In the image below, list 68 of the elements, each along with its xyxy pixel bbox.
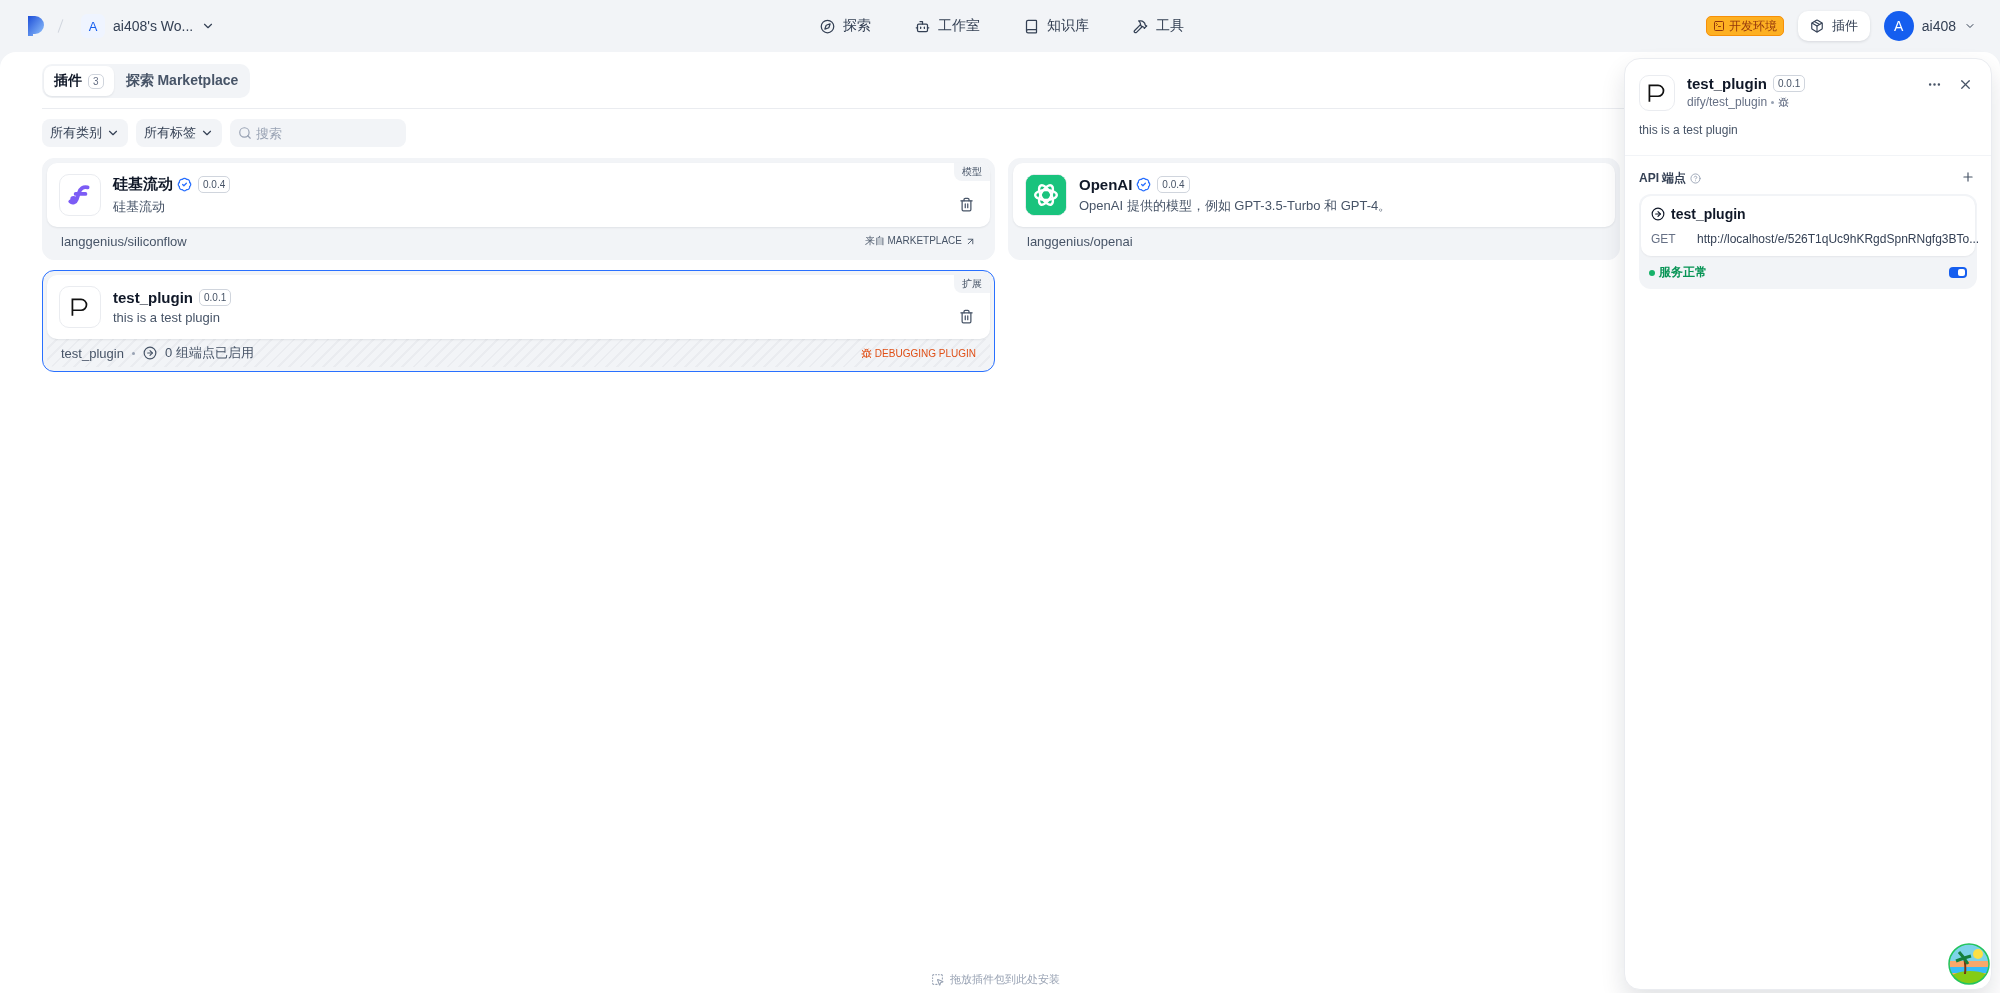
version-badge: 0.0.4 xyxy=(198,175,231,193)
count-badge: 3 xyxy=(88,73,104,89)
book-icon xyxy=(1024,18,1039,34)
toggle-switch[interactable] xyxy=(1949,267,1967,278)
hammer-icon xyxy=(1133,18,1148,34)
tag-filter[interactable]: 所有标签 xyxy=(136,119,222,147)
plugin-source: langgenius/openai xyxy=(1027,233,1133,249)
category-tag: 模型 xyxy=(954,163,990,181)
bug-icon xyxy=(860,347,872,359)
plugin-source: test_plugin xyxy=(61,345,124,361)
workspace-avatar: A xyxy=(81,14,105,38)
plugin-name: test_plugin xyxy=(113,289,193,306)
endpoints-info: 0 组端点已启用 xyxy=(164,344,254,362)
endpoint-name: test_plugin xyxy=(1671,206,1746,222)
debugging-label: DEBUGGING PLUGIN xyxy=(860,347,976,359)
knot-logo-icon xyxy=(1026,175,1066,215)
plugin-card[interactable]: OpenAI 0.0.4 OpenAI 提供的模型，例如 GPT-3.5-Turbo 和 GPT-4。 langgenius/openai xyxy=(1008,158,1620,260)
nav-link[interactable]: 工具 xyxy=(1121,9,1196,43)
tab[interactable]: 探索 Marketplace xyxy=(115,66,249,96)
version-badge: 0.0.1 xyxy=(1773,75,1806,92)
delete-button[interactable] xyxy=(959,196,974,212)
plugin-description: OpenAI 提供的模型，例如 GPT-3.5-Turbo 和 GPT-4。 xyxy=(1079,196,1393,215)
plugin-name: test_plugin xyxy=(1687,75,1767,92)
plugin-description: this is a test plugin xyxy=(113,310,221,325)
dashed-pointer-icon xyxy=(930,973,944,986)
endpoint-url: http://localhost/e/526T1qUc9hKRgdSpnRNgfg3BTo... xyxy=(1697,232,1980,246)
package-icon xyxy=(1809,19,1824,33)
search-field[interactable]: 搜索 xyxy=(230,119,406,147)
nav-link[interactable]: 探索 xyxy=(808,9,883,43)
plugins-button[interactable]: 插件 xyxy=(1797,11,1870,41)
plugin-name: OpenAI xyxy=(1079,175,1133,193)
environment-badge: 开发环境 xyxy=(1705,16,1784,36)
plus-icon xyxy=(1961,170,1975,184)
close-icon xyxy=(1958,77,1973,92)
arrow-circle-icon xyxy=(142,346,157,360)
category-tag: 扩展 xyxy=(954,275,990,293)
version-badge: 0.0.1 xyxy=(199,289,232,306)
plugin-description: 硅基流动 xyxy=(113,197,166,216)
trash-icon xyxy=(959,308,974,324)
plugin-source: langgenius/siliconflow xyxy=(61,233,187,249)
robot-icon xyxy=(915,18,930,34)
help-icon xyxy=(1690,172,1702,184)
app-logo-icon[interactable] xyxy=(28,16,44,36)
compass-icon xyxy=(820,18,835,34)
nav-link[interactable]: 知识库 xyxy=(1012,9,1101,43)
terminal-icon xyxy=(1712,20,1725,32)
marketplace-link[interactable]: 来自 MARKETPLACE xyxy=(864,234,976,248)
version-badge: 0.0.4 xyxy=(1157,175,1190,193)
nav-link[interactable]: 工作室 xyxy=(903,9,992,43)
plugin-description: this is a test plugin xyxy=(1625,111,1991,156)
plugin-name: 硅基流动 xyxy=(113,174,173,194)
trash-icon xyxy=(959,196,974,212)
user-avatar: A xyxy=(1883,11,1914,41)
endpoint-status: 服务正常 xyxy=(1649,264,1707,281)
arrow-circle-icon xyxy=(1651,207,1665,221)
user-menu[interactable]: A ai408 xyxy=(1883,11,1976,41)
dropzone-hint: 拖放插件包到此处安装 xyxy=(949,972,1060,987)
plugin-card[interactable]: test_plugin 0.0.1 this is a test plugin 扩展 test_plugin 0 组端点已启用 DEBUGGING PLUGIN xyxy=(42,270,995,372)
http-method: GET xyxy=(1651,232,1677,246)
delete-button[interactable] xyxy=(959,308,974,324)
workspace-selector[interactable]: A ai408's Wo... xyxy=(77,10,220,42)
search-icon xyxy=(238,126,252,140)
bug-icon xyxy=(1778,96,1790,108)
tab[interactable]: 插件 3 xyxy=(44,66,114,96)
category-filter[interactable]: 所有类别 xyxy=(42,119,128,147)
section-title: API 端点 xyxy=(1639,169,1687,187)
plugin-author: dify/test_plugin xyxy=(1687,95,1768,109)
plugin-card[interactable]: 硅基流动 0.0.4 硅基流动 模型 langgenius/siliconflow 来自 MARKETPLACE xyxy=(42,158,995,260)
